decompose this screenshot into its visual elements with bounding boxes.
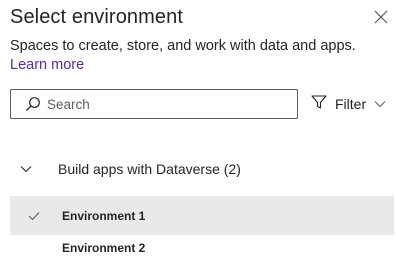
environment-name: Environment 1	[62, 208, 146, 223]
group-header-dataverse[interactable]: Build apps with Dataverse (2)	[10, 157, 390, 181]
chevron-down-icon	[374, 100, 386, 108]
learn-more-link[interactable]: Learn more	[10, 57, 84, 73]
close-button[interactable]	[370, 8, 392, 30]
close-icon	[374, 10, 388, 29]
checkmark-icon	[28, 209, 42, 223]
environment-item-2[interactable]: Environment 2	[10, 228, 394, 267]
filter-button[interactable]: Filter	[311, 94, 386, 114]
group-label: Build apps with Dataverse (2)	[58, 161, 241, 177]
filter-icon	[311, 94, 327, 115]
chevron-down-icon	[20, 161, 36, 177]
panel-description: Spaces to create, store, and work with d…	[10, 38, 356, 54]
search-input[interactable]	[47, 96, 287, 112]
select-environment-panel: Select environment Spaces to create, sto…	[0, 0, 396, 275]
search-box[interactable]	[10, 89, 298, 119]
filter-label: Filter	[335, 96, 367, 112]
environment-name: Environment 2	[62, 240, 146, 255]
search-icon	[25, 96, 41, 112]
panel-title: Select environment	[10, 6, 184, 28]
